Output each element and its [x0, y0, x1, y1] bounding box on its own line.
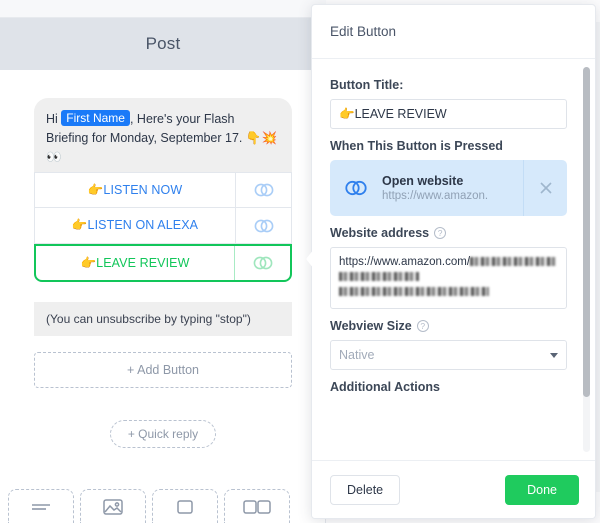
app-root: Post Hi First Name, Here's your Flash Br…	[0, 0, 600, 523]
message-button-label: 👉LISTEN ON ALEXA	[71, 218, 199, 232]
quick-reply-button[interactable]: + Quick reply	[110, 420, 216, 448]
link-icon[interactable]	[234, 246, 290, 280]
first-name-token: First Name	[61, 110, 130, 126]
link-icon[interactable]	[235, 208, 291, 243]
message-prefix: Hi	[46, 112, 58, 126]
website-address-label-text: Website address	[330, 226, 430, 240]
website-address-value: https://www.amazon.com/	[339, 256, 471, 268]
webview-size-label: Webview Size ?	[330, 319, 579, 333]
redacted-url-part	[339, 287, 489, 296]
action-title: Open website	[382, 174, 464, 188]
when-pressed-label: When This Button is Pressed	[330, 139, 579, 153]
panel-body: Button Title: 👉LEAVE REVIEW When This Bu…	[312, 60, 595, 462]
redacted-url-part	[470, 257, 557, 266]
message-button-listen-on-alexa[interactable]: 👉LISTEN ON ALEXA	[34, 208, 292, 244]
message-button-leave-review[interactable]: 👉LEAVE REVIEW	[34, 244, 292, 282]
post-header: Post	[0, 18, 326, 70]
message-text: Hi First Name, Here's your Flash Briefin…	[46, 110, 280, 167]
help-icon[interactable]: ?	[434, 227, 447, 239]
panel-title: Edit Button	[330, 24, 397, 39]
panel-footer: Delete Done	[312, 460, 595, 518]
chevron-down-icon[interactable]	[550, 352, 558, 358]
redacted-url-part	[339, 272, 419, 281]
help-icon[interactable]: ?	[416, 320, 429, 332]
webview-size-value: Native	[339, 348, 375, 362]
card-icon[interactable]	[152, 489, 218, 523]
message-button-label: 👉LEAVE REVIEW	[80, 255, 190, 270]
panel-scrollbar-track[interactable]	[583, 67, 590, 452]
website-address-label: Website address ?	[330, 226, 579, 240]
top-strip	[0, 0, 326, 18]
button-title-input[interactable]: 👉LEAVE REVIEW	[330, 99, 567, 129]
done-button[interactable]: Done	[505, 474, 579, 505]
website-address-input[interactable]: https://www.amazon.com/	[330, 247, 567, 309]
gallery-icon[interactable]	[224, 489, 290, 523]
message-button-listen-now[interactable]: 👉LISTEN NOW	[34, 172, 292, 208]
action-subtitle: https://www.amazon.	[382, 190, 489, 202]
link-icon[interactable]	[235, 173, 291, 207]
message-composer: Post Hi First Name, Here's your Flash Br…	[0, 0, 326, 523]
webview-size-select[interactable]: Native	[330, 340, 567, 370]
additional-actions-label-text: Additional Actions	[330, 380, 440, 394]
button-title-label: Button Title:	[330, 78, 579, 92]
page-title: Post	[145, 34, 181, 53]
unsubscribe-note: (You can unsubscribe by typing "stop")	[34, 302, 292, 336]
message-bubble[interactable]: Hi First Name, Here's your Flash Briefin…	[34, 98, 292, 175]
point-down-emoji: 👇	[245, 131, 262, 145]
delete-button[interactable]: Delete	[330, 474, 401, 505]
action-card-open-website[interactable]: Open website https://www.amazon.	[330, 160, 567, 216]
eyes-emoji: 👀	[46, 150, 62, 164]
panel-scrollbar-thumb[interactable]	[583, 67, 590, 397]
panel-header: Edit Button	[312, 5, 595, 59]
webview-size-label-text: Webview Size	[330, 319, 412, 333]
button-title-label-text: Button Title:	[330, 78, 404, 92]
image-icon[interactable]	[80, 489, 146, 523]
close-icon[interactable]	[523, 160, 567, 216]
composer-toolbar	[0, 487, 326, 523]
edit-button-panel: Edit Button Button Title: 👉LEAVE REVIEW …	[311, 4, 596, 519]
additional-actions-label: Additional Actions	[330, 380, 579, 394]
action-texts: Open website https://www.amazon.	[382, 160, 523, 216]
add-button[interactable]: + Add Button	[34, 352, 292, 388]
message-button-list: 👉LISTEN NOW 👉LISTEN ON ALEXA 👉LEAVE REVI…	[34, 172, 292, 282]
message-button-label: 👉LISTEN NOW	[87, 182, 183, 197]
link-icon	[330, 160, 382, 216]
when-pressed-label-text: When This Button is Pressed	[330, 139, 503, 153]
collision-emoji: 💥	[261, 131, 278, 145]
text-lines-icon[interactable]	[8, 489, 74, 523]
